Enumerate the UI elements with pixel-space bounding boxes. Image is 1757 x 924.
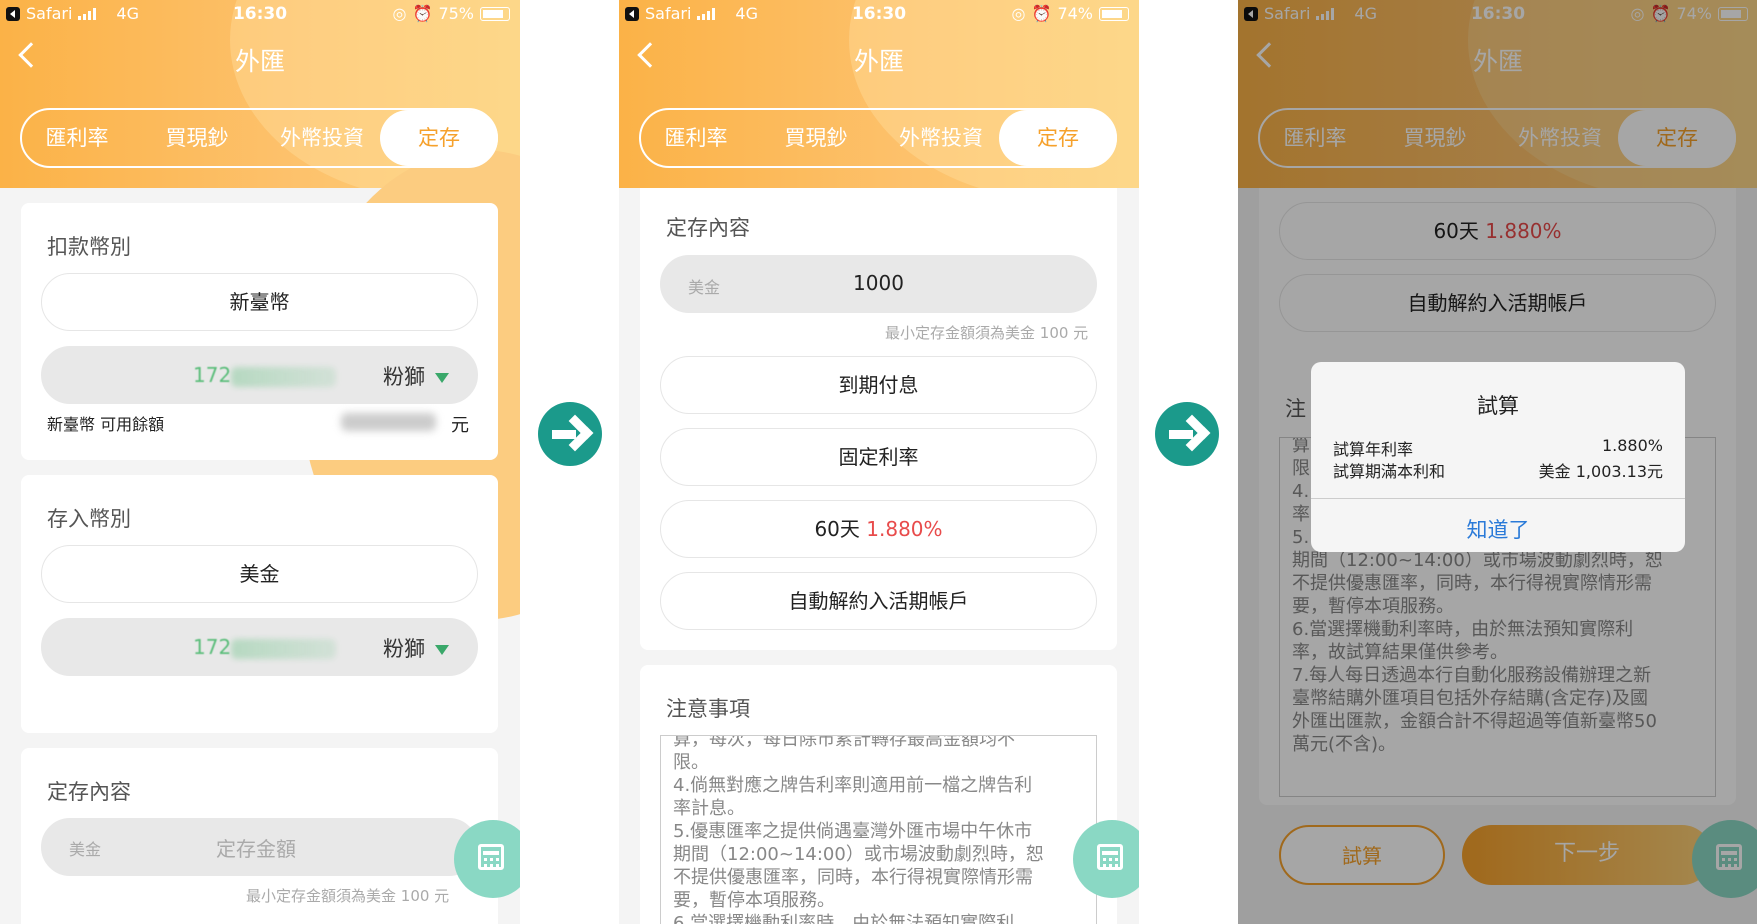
deposit-label: 存入幣別 — [47, 507, 131, 531]
lock-icon: ◎ — [1011, 4, 1026, 23]
calc-result-dialog: 試算 試算年利率 1.880% 試算期滿本利和 美金 1,003.13元 知道了 — [1311, 362, 1685, 552]
dialog-ok-button[interactable]: 知道了 — [1311, 514, 1685, 544]
interest-option[interactable]: 到期付息 — [660, 356, 1097, 414]
deposit-account-name: 粉獅 — [383, 633, 449, 663]
content-label: 定存內容 — [666, 216, 750, 240]
alarm-icon: ⏰ — [412, 4, 433, 23]
battery-percent: 74% — [1057, 4, 1093, 23]
calculator-icon — [1097, 844, 1123, 870]
debit-account-number: 172 — [193, 363, 337, 387]
screen-2: Safari 4G 16:30 ◎ ⏰ 74% 外匯 匯利率 買現鈔 外幣投資 定存 … — [619, 0, 1139, 924]
status-bar: Safari 4G 16:30 ◎ ⏰ 75% — [0, 0, 520, 28]
tab-bar: 匯利率 買現鈔 外幣投資 定存 — [639, 108, 1117, 168]
amount-currency: 美金 — [69, 840, 102, 859]
debit-card: 扣款幣別 新臺幣 172 粉獅 新臺幣 可用餘額 元 — [21, 203, 498, 460]
dropdown-triangle-icon — [435, 373, 449, 383]
content-card: 定存內容 美金 定存金額 最小定存金額須為美金 100 元 — [21, 748, 498, 924]
rate-label: 試算年利率 — [1333, 440, 1414, 459]
lock-icon: ◎ — [392, 4, 407, 23]
nav-bar: 外匯 — [619, 36, 1139, 86]
tab-deposit[interactable]: 定存 — [999, 110, 1117, 166]
min-amount-note: 最小定存金額須為美金 100 元 — [246, 887, 450, 905]
notes-box[interactable]: 算，每次，每日除市累計轉存最高金額均不 限。 4.倘無對應之牌告利率則適用前一檔之牌… — [660, 735, 1097, 924]
nav-bar: 外匯 — [0, 36, 520, 86]
tab-cash[interactable]: 買現鈔 — [771, 110, 861, 166]
min-amount-note: 最小定存金額須為美金 100 元 — [885, 324, 1089, 342]
debit-currency-select[interactable]: 新臺幣 — [41, 273, 478, 331]
balance-label: 新臺幣 可用餘額 — [47, 415, 165, 434]
total-label: 試算期滿本利和 — [1333, 462, 1446, 481]
rate-value: 1.880% — [1601, 436, 1663, 455]
deposit-account-number: 172 — [193, 635, 337, 659]
dialog-title: 試算 — [1477, 394, 1519, 418]
amount-placeholder: 定存金額 — [216, 837, 296, 861]
dropdown-triangle-icon — [435, 645, 449, 655]
battery-icon — [480, 6, 510, 21]
arrow-right-icon — [1155, 402, 1219, 466]
tab-cash[interactable]: 買現鈔 — [152, 110, 242, 166]
alarm-icon: ⏰ — [1031, 4, 1052, 23]
debit-label: 扣款幣別 — [47, 235, 131, 259]
debit-account-name: 粉獅 — [383, 361, 449, 391]
status-bar: Safari 4G 16:30 ◎ ⏰ 74% — [619, 0, 1139, 28]
screen-3: Safari 4G 16:30 ◎ ⏰ 74% 外匯 匯利率 買現鈔 外幣投資 定存 … — [1238, 0, 1757, 924]
content-label: 定存內容 — [47, 780, 131, 804]
term-option[interactable]: 60天 1.880% — [660, 500, 1097, 558]
page-title: 外匯 — [853, 47, 904, 76]
balance-blurred — [341, 413, 436, 431]
battery-percent: 75% — [438, 4, 474, 23]
renewal-option[interactable]: 自動解約入活期帳戶 — [660, 572, 1097, 630]
battery-icon — [1099, 6, 1129, 21]
screen-1: Safari 4G 16:30 ◎ ⏰ 75% 外匯 匯利率 買現鈔 外幣投資 定存 … — [0, 0, 520, 924]
arrow-right-icon — [538, 402, 602, 466]
amount-value: 1000 — [853, 271, 904, 295]
deposit-card: 存入幣別 美金 172 粉獅 — [21, 475, 498, 733]
tab-investment[interactable]: 外幣投資 — [886, 110, 996, 166]
balance-unit: 元 — [451, 415, 469, 436]
deposit-currency-select[interactable]: 美金 — [41, 545, 478, 603]
tab-deposit[interactable]: 定存 — [380, 110, 498, 166]
tab-bar: 匯利率 買現鈔 外幣投資 定存 — [20, 108, 498, 168]
divider — [1311, 498, 1685, 499]
page-title: 外匯 — [234, 47, 285, 76]
content-card: 定存內容 美金 1000 最小定存金額須為美金 100 元 到期付息 固定利率 … — [640, 188, 1117, 650]
notes-label: 注意事項 — [666, 697, 750, 721]
rate-type-option[interactable]: 固定利率 — [660, 428, 1097, 486]
tab-investment[interactable]: 外幣投資 — [267, 110, 377, 166]
tab-rates[interactable]: 匯利率 — [651, 110, 741, 166]
notes-card: 注意事項 算，每次，每日除市累計轉存最高金額均不 限。 4.倘無對應之牌告利率則適用… — [640, 665, 1117, 924]
calculator-icon — [478, 844, 504, 870]
tab-rates[interactable]: 匯利率 — [32, 110, 122, 166]
total-value: 美金 1,003.13元 — [1538, 462, 1663, 481]
